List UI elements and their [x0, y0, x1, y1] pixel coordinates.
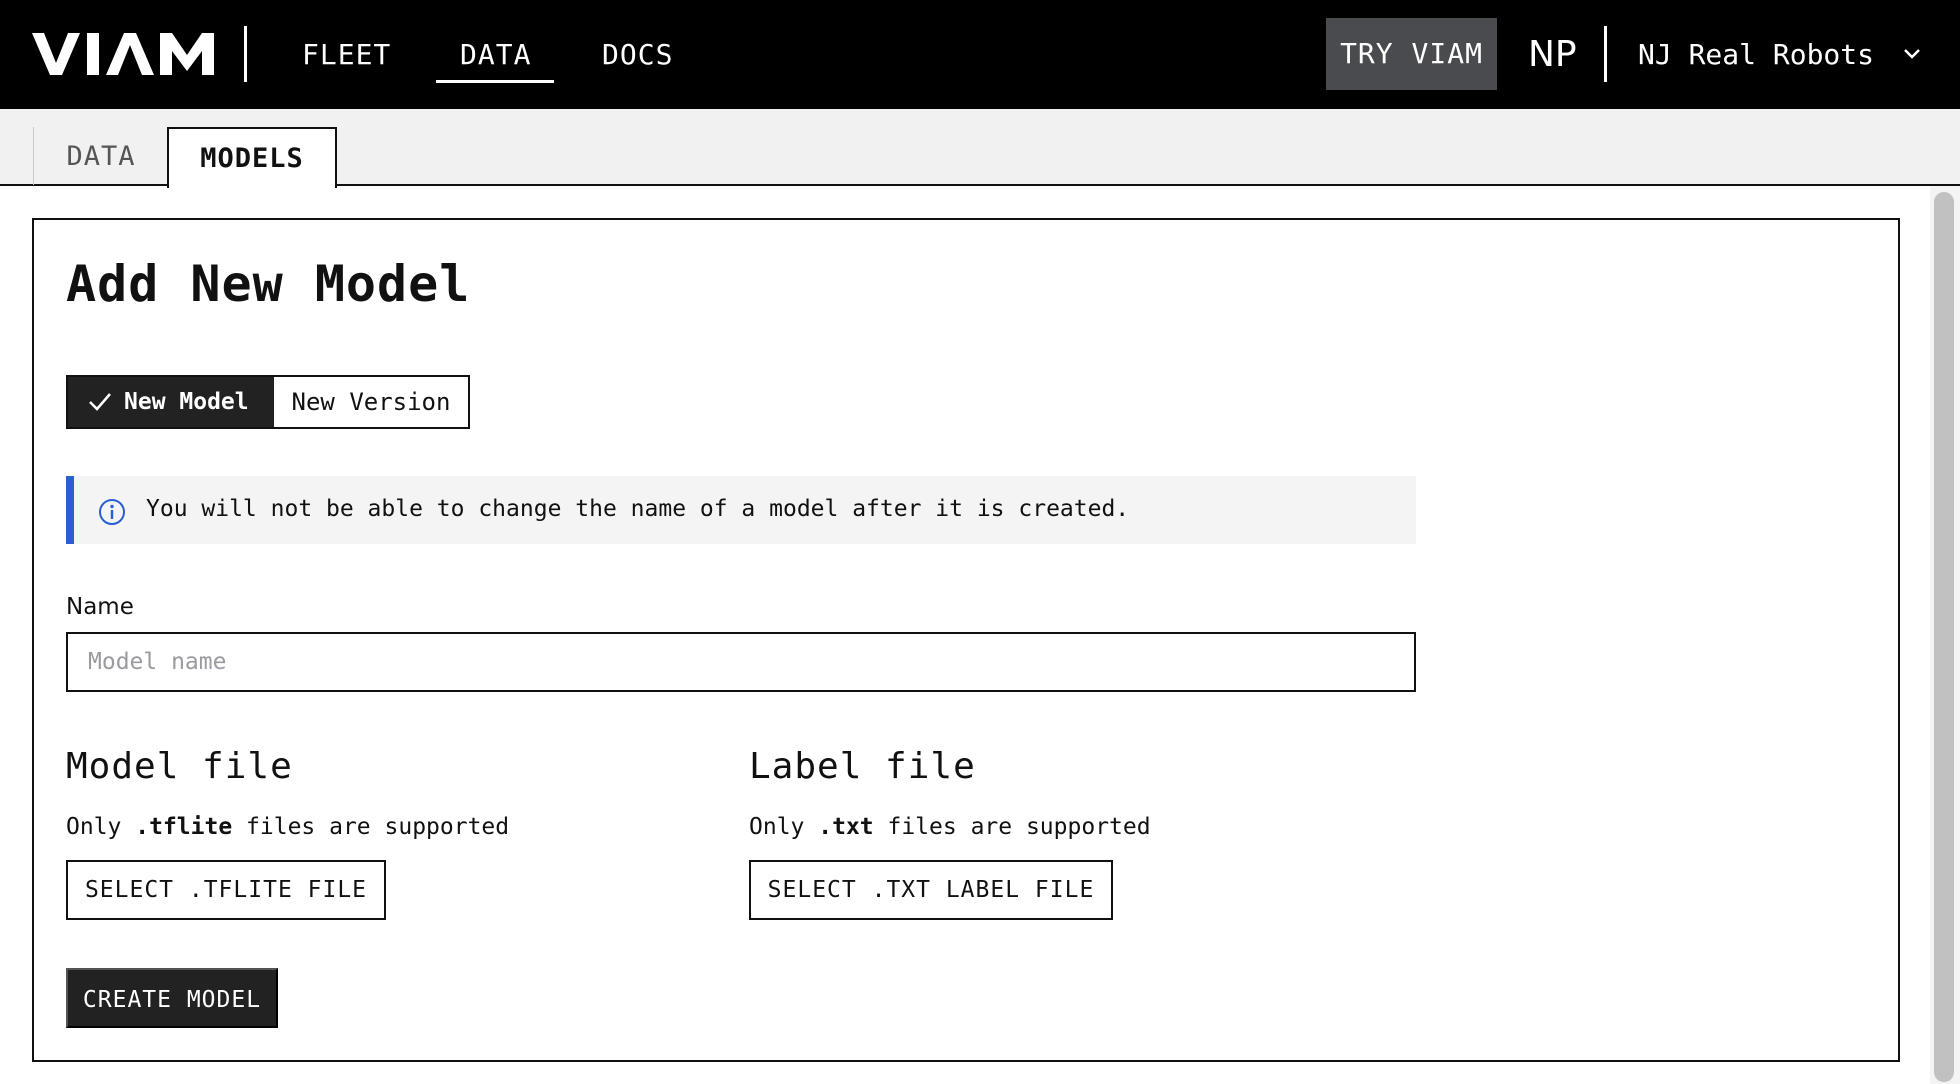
info-icon	[99, 499, 125, 525]
tab-bar-edge	[0, 127, 34, 185]
checkmark-icon	[89, 393, 111, 411]
label-file-help: Only .txt files are supported	[749, 814, 1151, 840]
top-nav-bar: FLEET DATA DOCS TRY VIAM NP NJ Real Robo…	[0, 0, 1960, 109]
info-notice: You will not be able to change the name …	[66, 476, 1416, 544]
model-file-help: Only .tflite files are supported	[66, 814, 509, 840]
logo-divider	[244, 26, 247, 82]
nav-active-underline	[436, 80, 554, 83]
label-file-help-prefix: Only	[749, 814, 819, 840]
viam-logo[interactable]	[32, 33, 214, 75]
label-file-help-suffix: files are supported	[873, 814, 1151, 840]
new-model-label: New Model	[124, 389, 249, 415]
org-divider	[1604, 26, 1607, 82]
name-field-label: Name	[66, 594, 134, 620]
model-mode-toggle: New Model New Version	[66, 375, 470, 429]
model-file-ext: .tflite	[135, 814, 233, 840]
model-file-help-prefix: Only	[66, 814, 136, 840]
create-model-button[interactable]: CREATE MODEL	[66, 968, 278, 1028]
label-file-ext: .txt	[818, 814, 874, 840]
nav-fleet[interactable]: FLEET	[302, 0, 391, 109]
model-file-title: Model file	[66, 746, 293, 787]
tab-models[interactable]: MODELS	[167, 127, 337, 188]
tab-data[interactable]: DATA	[34, 127, 168, 186]
chevron-down-icon[interactable]	[1902, 44, 1922, 64]
new-model-option[interactable]: New Model	[68, 377, 274, 427]
info-notice-text: You will not be able to change the name …	[146, 496, 1130, 522]
model-name-input[interactable]	[66, 632, 1416, 692]
label-file-title: Label file	[749, 746, 976, 787]
new-version-option[interactable]: New Version	[274, 377, 468, 427]
select-txt-label-file-button[interactable]: SELECT .TXT LABEL FILE	[749, 860, 1113, 920]
user-avatar-initials[interactable]: NP	[1528, 0, 1577, 109]
try-viam-button[interactable]: TRY VIAM	[1326, 18, 1497, 90]
page-title: Add New Model	[66, 255, 471, 313]
select-tflite-file-button[interactable]: SELECT .TFLITE FILE	[66, 860, 386, 920]
nav-data[interactable]: DATA	[460, 0, 531, 109]
nav-docs[interactable]: DOCS	[602, 0, 673, 109]
model-file-help-suffix: files are supported	[232, 814, 510, 840]
org-selector[interactable]: NJ Real Robots	[1638, 0, 1874, 109]
scrollbar-thumb[interactable]	[1934, 192, 1954, 1082]
